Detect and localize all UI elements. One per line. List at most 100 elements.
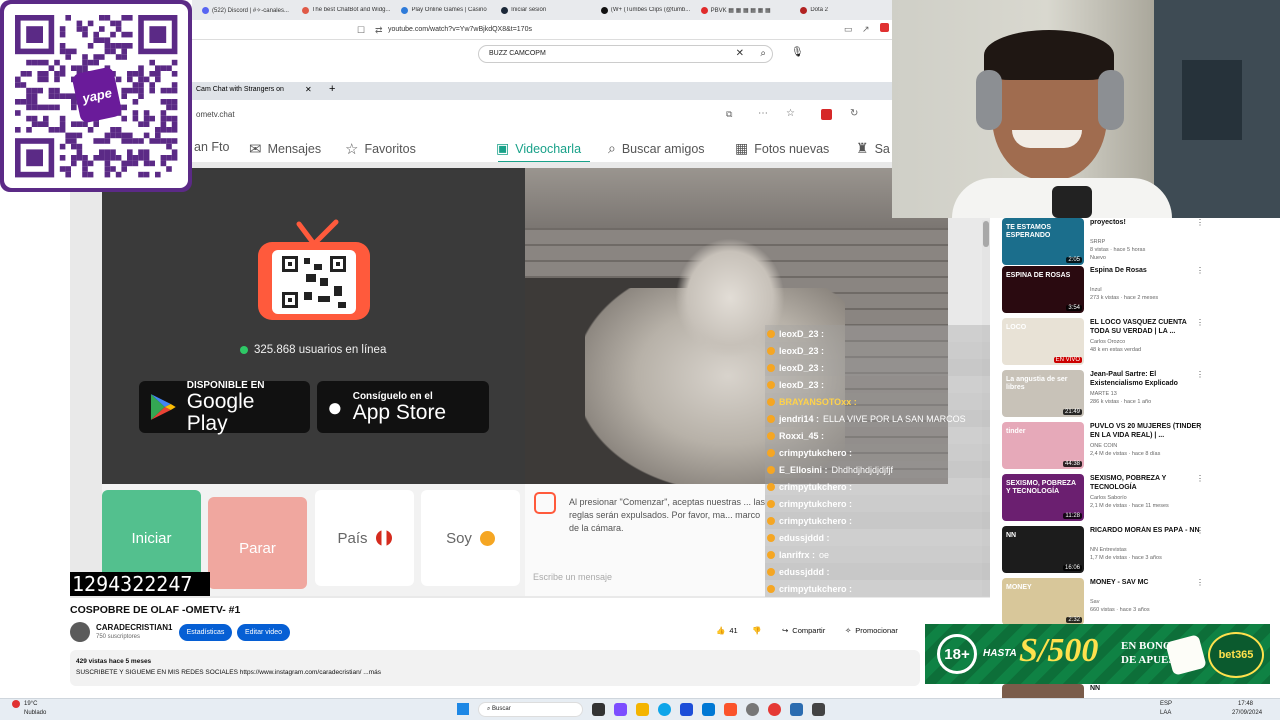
sidebar-video-title[interactable]: Jean-Paul Sartre: El Existencialismo Exp… <box>1090 370 1202 388</box>
sidebar-video-title[interactable]: RICARDO MORÁN ES PAPÁ - NN <box>1090 526 1202 535</box>
sidebar-video[interactable]: tinder 44:38 PUVLO VS 20 MUJERES (TINDER E… <box>1002 422 1262 472</box>
more-options-icon[interactable]: ⋮ <box>1196 578 1204 587</box>
youtube-search-input[interactable]: BUZZ CAMCOPM ✕ ⌕ <box>478 45 773 63</box>
nav-favorites[interactable]: ☆ Favoritos <box>345 140 416 158</box>
sidebar-video-title[interactable]: NN <box>1090 684 1202 693</box>
windows-start-icon[interactable] <box>457 703 469 715</box>
sidebar-channel[interactable]: Inzul <box>1090 286 1202 294</box>
inner-tab-label[interactable]: Cam Chat with Strangers on <box>196 86 284 93</box>
sidebar-channel[interactable]: ONE COIN <box>1090 442 1202 450</box>
inner-address-bar[interactable]: ometv.chat ⧉ ⋯ ☆ ↻ <box>192 104 892 126</box>
app-icon[interactable] <box>790 703 803 716</box>
nav-partial[interactable]: an Fto <box>194 140 229 154</box>
browser-tab[interactable]: (W+ (Tumbes Clips (@tumb... <box>600 6 693 14</box>
nav-messages[interactable]: ✉ Mensajes <box>249 140 321 158</box>
sidebar-video[interactable]: MONEY 2:32 MONEY - SAV MC Sav 660 vistas · h… <box>1002 578 1262 628</box>
url-text[interactable]: youtube.com/watch?v=Yw7wBjkdQX8&t=170s <box>388 26 532 33</box>
taskbar-search[interactable]: ⌕ Buscar <box>478 702 583 717</box>
edit-video-button[interactable]: Editar video <box>237 624 290 641</box>
sidebar-video-title[interactable]: SEXISMO, POBREZA Y TECNOLOGÍA <box>1090 474 1202 492</box>
video-thumbnail[interactable]: La angustia de ser libres 21:49 <box>1002 370 1084 417</box>
video-thumbnail[interactable]: MONEY 2:32 <box>1002 578 1084 625</box>
stop-button[interactable]: Parar <box>208 497 307 589</box>
lang-code[interactable]: ESP <box>1160 701 1172 707</box>
sidebar-video-title[interactable]: EL LOCO VASQUEZ CUENTA TODA SU VERDAD | … <box>1090 318 1202 336</box>
nav-sa[interactable]: ♜ Sa <box>856 140 890 157</box>
misc-app-icon[interactable] <box>812 703 825 716</box>
file-explorer-icon[interactable] <box>636 703 649 716</box>
sidebar-channel[interactable]: MARTE 13 <box>1090 390 1202 398</box>
sidebar-video-title[interactable]: proyectos! <box>1090 218 1202 227</box>
sidebar-video-title[interactable]: PUVLO VS 20 MUJERES (TINDER EN LA VIDA R… <box>1090 422 1202 440</box>
video-thumbnail[interactable]: NN 16:06 <box>1002 526 1084 573</box>
reload-icon[interactable]: ↻ <box>850 108 858 119</box>
settings-icon[interactable] <box>746 703 759 716</box>
browser-tab[interactable]: Play Online Games | Casino <box>401 6 493 14</box>
cast-icon[interactable]: ⧉ <box>726 109 732 120</box>
more-options-icon[interactable]: ⋮ <box>1196 370 1204 379</box>
search-icon[interactable]: ⌕ <box>760 48 766 59</box>
sidebar-channel[interactable]: SRRP <box>1090 238 1202 246</box>
nav-new-photos[interactable]: ▦ Fotos nuevas <box>735 140 829 157</box>
close-tab-icon[interactable]: ✕ <box>305 85 312 94</box>
gender-button[interactable]: Soy <box>421 490 520 586</box>
more-options-icon[interactable]: ⋮ <box>1196 218 1204 227</box>
browser-tab[interactable]: Iniciar sesión <box>501 6 593 14</box>
store-icon[interactable] <box>680 703 693 716</box>
stats-button[interactable]: Estadísticas <box>179 624 232 641</box>
more-options-icon[interactable]: ⋮ <box>1196 266 1204 275</box>
extension-red-icon[interactable] <box>880 23 889 32</box>
inner-url[interactable]: ometv.chat <box>196 110 235 119</box>
bookmark-icon[interactable]: ☐ <box>357 25 365 36</box>
more-options-icon[interactable]: ⋮ <box>1196 474 1204 483</box>
sidebar-video-title[interactable]: Espina De Rosas <box>1090 266 1202 275</box>
site-info-icon[interactable]: ⇄ <box>375 25 383 36</box>
sidebar-channel[interactable]: Carlos Orozco <box>1090 338 1202 346</box>
app-store-button[interactable]: ● Consíguelo en el App Store <box>317 381 489 433</box>
outlook-icon[interactable] <box>702 703 715 716</box>
star-icon[interactable]: ☆ <box>786 108 795 119</box>
browser-tab[interactable]: Dota 2 <box>800 6 892 14</box>
more-options-icon[interactable]: ⋮ <box>1196 318 1204 327</box>
bet365-banner[interactable]: 18+ HASTA S/500 EN BONOS DE APUESTA bet3… <box>925 624 1270 684</box>
channel-avatar[interactable] <box>70 622 90 642</box>
new-tab-icon[interactable]: + <box>329 83 335 95</box>
sidebar-video[interactable]: SEXISMO, POBREZA Y TECNOLOGÍA 11:28 SEXISM… <box>1002 474 1262 524</box>
sidebar-video[interactable]: TE ESTAMOS ESPERANDO 2:05 proyectos! SRRP 8 … <box>1002 218 1262 268</box>
weather-text[interactable]: Nublado <box>24 710 46 716</box>
brave-icon[interactable] <box>724 703 737 716</box>
weather-temp[interactable]: 19°C <box>24 701 37 707</box>
country-button[interactable]: País <box>315 490 414 586</box>
channel-name[interactable]: CARADECRISTIAN1 <box>96 623 172 632</box>
message-input[interactable]: Escribe un mensaje <box>533 572 612 582</box>
tab-grid-icon[interactable]: ▭ <box>844 24 853 35</box>
sidebar-video[interactable]: NN 16:06 RICARDO MORÁN ES PAPÁ - NN NN Entr… <box>1002 526 1262 576</box>
video-thumbnail[interactable]: SEXISMO, POBREZA Y TECNOLOGÍA 11:28 <box>1002 474 1084 521</box>
dislike-button[interactable]: 👎 <box>752 626 761 635</box>
sidebar-video-title[interactable]: MONEY - SAV MC <box>1090 578 1202 587</box>
sidebar-video[interactable]: LOCO EN VIVO EL LOCO VASQUEZ CUENTA TODA S… <box>1002 318 1262 368</box>
clock-time[interactable]: 17:48 <box>1238 701 1253 707</box>
sidebar-channel[interactable]: Carlos Saborío <box>1090 494 1202 502</box>
copilot-icon[interactable] <box>614 703 627 716</box>
description-box[interactable]: 429 vistas hace 5 meses SUSCRIBETE Y SIG… <box>70 650 920 686</box>
browser-tab[interactable]: The best ChatBot and Widg... <box>301 6 394 14</box>
sidebar-channel[interactable]: Sav <box>1090 598 1202 606</box>
sidebar-video[interactable]: La angustia de ser libres 21:49 Jean-Paul … <box>1002 370 1262 420</box>
video-thumbnail[interactable]: TE ESTAMOS ESPERANDO 2:05 <box>1002 218 1084 265</box>
microphone-icon[interactable]: 🎙 <box>791 47 804 58</box>
nav-find-friends[interactable]: ⌕ Buscar amigos <box>608 140 705 157</box>
address-bar[interactable]: ☐ ⇄ youtube.com/watch?v=Yw7wBjkdQX8&t=17… <box>192 20 892 40</box>
clear-icon[interactable]: ✕ <box>736 48 744 59</box>
more-options-icon[interactable]: ⋮ <box>1196 526 1204 535</box>
clock-date[interactable]: 27/09/2024 <box>1232 710 1262 716</box>
like-button[interactable]: 👍 41 <box>716 626 738 635</box>
sidebar-channel[interactable]: NN Entrevistas <box>1090 546 1202 554</box>
browser-tab[interactable]: (522) Discord | #✧-canales... <box>202 6 294 14</box>
promote-button[interactable]: ✧ Promocionar <box>845 626 898 635</box>
extension-icon[interactable] <box>821 109 832 120</box>
video-thumbnail[interactable]: ESPINA DE ROSAS 3:54 <box>1002 266 1084 313</box>
more-options-icon[interactable]: ⋮ <box>1196 422 1204 431</box>
extension-icon[interactable]: ↗ <box>862 24 870 35</box>
nav-videochat[interactable]: ▣ Videocharla <box>496 140 581 157</box>
